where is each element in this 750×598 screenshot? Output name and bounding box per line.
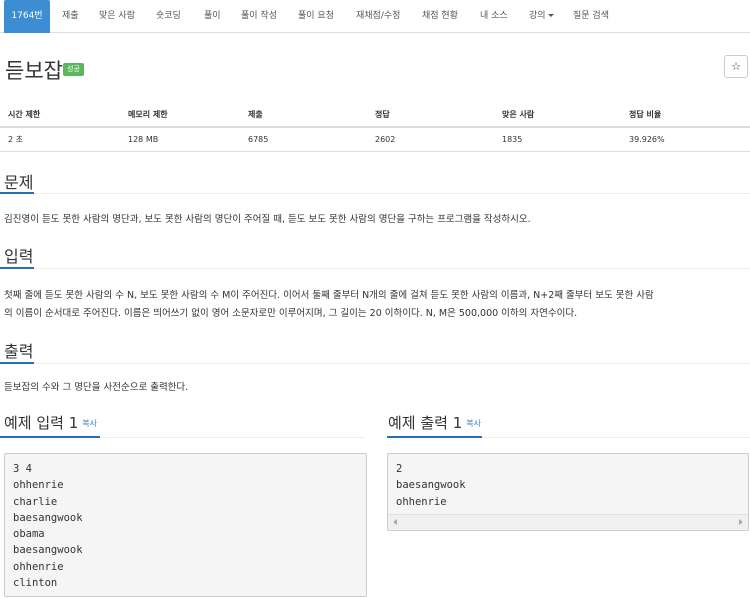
value-memory-limit: 128 MB (120, 127, 240, 152)
input-description-line-1: 첫째 줄에 듣도 못한 사람의 수 N, 보도 못한 사람의 수 M이 주어진다… (4, 290, 654, 301)
tab-solutions[interactable]: 풀이 (204, 0, 221, 33)
tab-my-source[interactable]: 내 소스 (480, 0, 508, 33)
sample-input-heading: 예제 입력 1 복사 (4, 412, 97, 433)
value-correct-users: 1835 (494, 127, 621, 152)
copy-sample-output-link[interactable]: 복사 (466, 419, 481, 428)
status-badge: 성공 (63, 63, 84, 76)
star-icon: ☆ (731, 60, 741, 73)
header-memory-limit: 메모리 제한 (120, 103, 240, 128)
sample-input-underline (0, 436, 100, 438)
value-time-limit: 2 초 (0, 127, 120, 152)
sample-input-code: 3 4 ohhenrie charlie baesangwook obama b… (4, 453, 367, 597)
value-accept-rate: 39.926% (621, 127, 750, 152)
sample-output-heading: 예제 출력 1 복사 (388, 412, 481, 433)
tab-request-solution[interactable]: 풀이 요청 (298, 0, 334, 33)
sample-output-title: 예제 출력 1 (388, 414, 463, 432)
section-input-rule (0, 268, 750, 269)
tab-short-coding[interactable]: 숏코딩 (156, 0, 181, 33)
section-output-underline (0, 362, 34, 364)
section-problem-underline (0, 192, 34, 194)
section-output-rule (0, 363, 750, 364)
tab-lectures-label: 강의 (529, 11, 546, 21)
problem-description: 김진영이 듣도 못한 사람의 명단과, 보도 못한 사람의 명단이 주어질 때,… (4, 214, 531, 225)
star-button[interactable]: ☆ (724, 55, 748, 78)
problem-info-table: 시간 제한 메모리 제한 제출 정답 맞은 사람 정답 비율 2 초 128 M… (0, 103, 750, 152)
tab-lectures-dropdown[interactable]: 강의 (529, 0, 554, 33)
sample-output-underline (387, 436, 482, 438)
output-description: 듣보잡의 수와 그 명단을 사전순으로 출력한다. (4, 382, 189, 393)
header-time-limit: 시간 제한 (0, 103, 120, 128)
value-submissions: 6785 (240, 127, 367, 152)
value-accepted: 2602 (367, 127, 494, 152)
section-input-underline (0, 267, 34, 269)
tab-correct-users[interactable]: 맞은 사람 (99, 0, 135, 33)
section-problem-rule (0, 193, 750, 194)
problem-title: 듣보잡 (5, 59, 63, 83)
section-input-heading: 입력 (4, 247, 34, 266)
caret-down-icon (547, 14, 554, 17)
sample-output-horizontal-scrollbar[interactable] (388, 514, 748, 529)
header-submissions: 제출 (240, 103, 367, 128)
info-value-row: 2 초 128 MB 6785 2602 1835 39.926% (0, 127, 750, 152)
sample-input-title: 예제 입력 1 (4, 414, 79, 432)
tab-judge-status[interactable]: 채점 현황 (422, 0, 458, 33)
header-accepted: 정답 (367, 103, 494, 128)
copy-sample-input-link[interactable]: 복사 (82, 419, 97, 428)
tab-question-search[interactable]: 질문 검색 (573, 0, 609, 33)
tab-rejudge[interactable]: 재채점/수정 (356, 0, 400, 33)
section-output-heading: 출력 (4, 342, 34, 361)
info-header-row: 시간 제한 메모리 제한 제출 정답 맞은 사람 정답 비율 (0, 103, 750, 128)
tab-problem-number[interactable]: 1764번 (4, 0, 50, 33)
section-problem-heading: 문제 (4, 173, 34, 192)
scroll-left-icon[interactable] (393, 519, 397, 525)
scroll-right-icon[interactable] (739, 519, 743, 525)
problem-nav-tabs: 1764번 제출 맞은 사람 숏코딩 풀이 풀이 작성 풀이 요청 재채점/수정… (0, 0, 750, 33)
tab-write-solution[interactable]: 풀이 작성 (241, 0, 277, 33)
header-correct-users: 맞은 사람 (494, 103, 621, 128)
input-description-line-2: 의 이름이 순서대로 주어진다. 이름은 띄어쓰기 없이 영어 소문자로만 이루… (4, 308, 578, 319)
header-accept-rate: 정답 비율 (621, 103, 750, 128)
tab-submit[interactable]: 제출 (62, 0, 79, 33)
